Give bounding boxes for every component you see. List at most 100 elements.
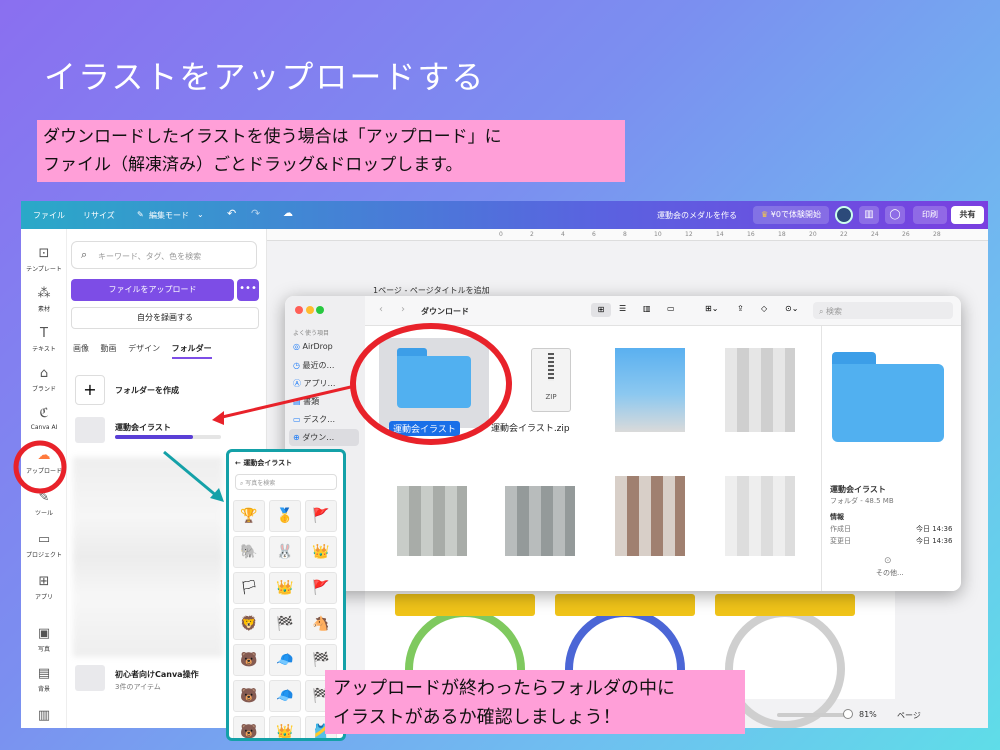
illustration-thumbnail[interactable]: 🦁 [233,608,265,640]
illustration-thumbnail[interactable]: 🧢 [269,680,301,712]
photo-search-input[interactable]: ⌕ 写真を検索 [235,474,337,490]
rail-item-apps[interactable]: ⊞ アプリ [21,575,67,602]
zoom-level[interactable]: 81% [859,710,877,719]
document-title[interactable]: 運動会のメダルを作る [657,210,737,221]
back-icon[interactable]: ‹ [379,304,383,315]
print-button[interactable]: 印刷 [913,206,947,224]
finder-path: ダウンロード [421,307,469,316]
edit-mode-menu[interactable]: 編集モード [149,210,189,221]
elements-icon: ⁂ [37,286,51,301]
illustration-thumbnail[interactable]: 🐻 [233,680,265,712]
illustration-thumbnail[interactable]: 🐻 [233,644,265,676]
page-title[interactable]: 1ページ - ページタイトルを追加 [373,285,490,296]
more-icon[interactable]: ⊙⌄ [785,304,798,313]
ruler-tick: 20 [809,231,817,238]
gallery-view-icon[interactable]: ▭ [667,304,675,313]
plus-icon[interactable]: + [75,375,105,405]
illustration-thumbnail[interactable]: 🏆 [233,500,265,532]
back-icon[interactable]: ← [235,459,241,467]
sidebar-item-airdrop[interactable]: ◎ AirDrop [293,342,333,351]
share-icon[interactable]: ⇪ [737,304,744,313]
rail-item-text[interactable]: T テキスト [21,327,67,354]
more-icon[interactable]: ⊙ [884,556,892,566]
zoom-button[interactable] [316,306,325,314]
share-button[interactable]: 共有 [951,206,984,224]
record-yourself-button[interactable]: 自分を録画する [71,307,259,329]
tab-videos[interactable]: 動画 [101,344,117,353]
zoom-slider-handle[interactable] [843,709,853,719]
illustration-thumbnail[interactable]: 🥇 [269,500,301,532]
illustration-thumbnail[interactable]: 🐴 [305,608,337,640]
file-name-selected[interactable]: 運動会イラスト [389,421,460,436]
zip-file-icon[interactable]: ZIP [531,348,571,412]
avatar[interactable] [835,206,853,224]
rail-item-more[interactable]: ▥ [21,709,67,726]
icon-view-icon[interactable]: ⊞ [591,303,611,317]
window-controls [295,306,325,316]
group-icon[interactable]: ⊞⌄ [705,304,718,313]
ruler-tick: 16 [747,231,755,238]
folder-item-title[interactable]: 初心者向けCanva操作 [115,669,199,680]
rail-item-elements[interactable]: ⁂ 素材 [21,286,67,314]
rail-item-upload[interactable]: ☁ アップロード [21,449,67,476]
create-folder-button[interactable]: フォルダーを作成 [115,385,179,396]
tab-designs[interactable]: デザイン [128,344,160,353]
search-input[interactable]: ⌕ キーワード、タグ、色を検索 [71,241,257,269]
illustration-thumbnail[interactable]: 🚩 [305,572,337,604]
rail-item-tools[interactable]: ✎ ツール [21,491,67,518]
comment-icon[interactable]: ◯ [885,206,905,224]
sidebar-label: ダウン… [302,433,335,442]
sidebar-item-downloads[interactable]: ⊕ ダウン… [289,429,359,446]
more-options-button[interactable]: ••• [237,279,259,301]
illustration-thumbnail[interactable]: 🧢 [269,644,301,676]
tag-icon[interactable]: ◇ [761,304,767,313]
search-placeholder: キーワード、タグ、色を検索 [98,252,202,261]
column-view-icon[interactable]: ▥ [643,304,651,313]
zoom-slider[interactable] [777,713,847,717]
illustration-thumbnail[interactable]: 🐻 [233,716,265,738]
side-rail: ⊡ テンプレート ⁂ 素材 T テキスト ⌂ ブランド ℭ Canva AI ☁ アップロー… [21,229,67,728]
close-button[interactable] [295,306,303,314]
redo-icon[interactable]: ↷ [251,207,260,220]
analytics-icon[interactable]: ▥ [859,206,879,224]
illustration-thumbnail[interactable]: 🏁 [269,608,301,640]
rail-item-projects[interactable]: ▭ プロジェクト [21,533,67,560]
sidebar-item-desktop[interactable]: ▭ デスク… [293,414,335,425]
illustration-thumbnail[interactable]: 👑 [269,716,301,738]
upload-file-button[interactable]: ファイルをアップロード [71,279,234,301]
medal-banner [555,594,695,616]
tab-images[interactable]: 画像 [73,344,89,353]
folder-item-title[interactable]: 運動会イラスト [115,422,171,433]
page-indicator[interactable]: ページ [897,710,921,721]
undo-icon[interactable]: ↶ [227,207,236,220]
crown-icon: ♛ [761,210,769,219]
rail-item-templates[interactable]: ⊡ テンプレート [21,247,67,274]
illustration-thumbnail[interactable]: 👑 [269,572,301,604]
document-icon: ▤ [293,397,301,406]
sidebar-item-documents[interactable]: ▤ 書類 [293,396,319,407]
tab-folders[interactable]: フォルダー [171,344,212,359]
illustration-thumbnail[interactable]: 👑 [305,536,337,568]
sidebar-item-recents[interactable]: ◷ 最近の… [293,360,335,371]
list-view-icon[interactable]: ☰ [619,304,626,313]
resize-menu[interactable]: リサイズ [83,210,115,221]
rail-item-canva-ai[interactable]: ℭ Canva AI [21,407,67,432]
more-info-button[interactable]: その他... [876,568,904,578]
rail-item-brand[interactable]: ⌂ ブランド [21,367,67,394]
sidebar-item-applications[interactable]: Ⓐ アプリ… [293,378,336,389]
forward-icon[interactable]: › [401,304,405,315]
minimize-button[interactable] [305,306,314,314]
zip-label: ZIP [545,393,557,401]
illustration-thumbnail[interactable]: 🏳 [233,572,265,604]
file-name[interactable]: 運動会イラスト.zip [491,421,570,434]
illustration-thumbnail[interactable]: 🚩 [305,500,337,532]
rail-item-background[interactable]: ▤ 背景 [21,667,67,694]
preview-kind: フォルダ - 48.5 MB [830,497,894,505]
folder-icon[interactable] [397,348,471,408]
finder-search-input[interactable]: ⌕ 検索 [813,302,953,319]
illustration-thumbnail[interactable]: 🐰 [269,536,301,568]
trial-button[interactable]: ♛ ¥0で体験開始 [753,206,829,224]
illustration-thumbnail[interactable]: 🐘 [233,536,265,568]
file-menu[interactable]: ファイル [33,210,65,221]
rail-item-photos[interactable]: ▣ 写真 [21,627,67,654]
